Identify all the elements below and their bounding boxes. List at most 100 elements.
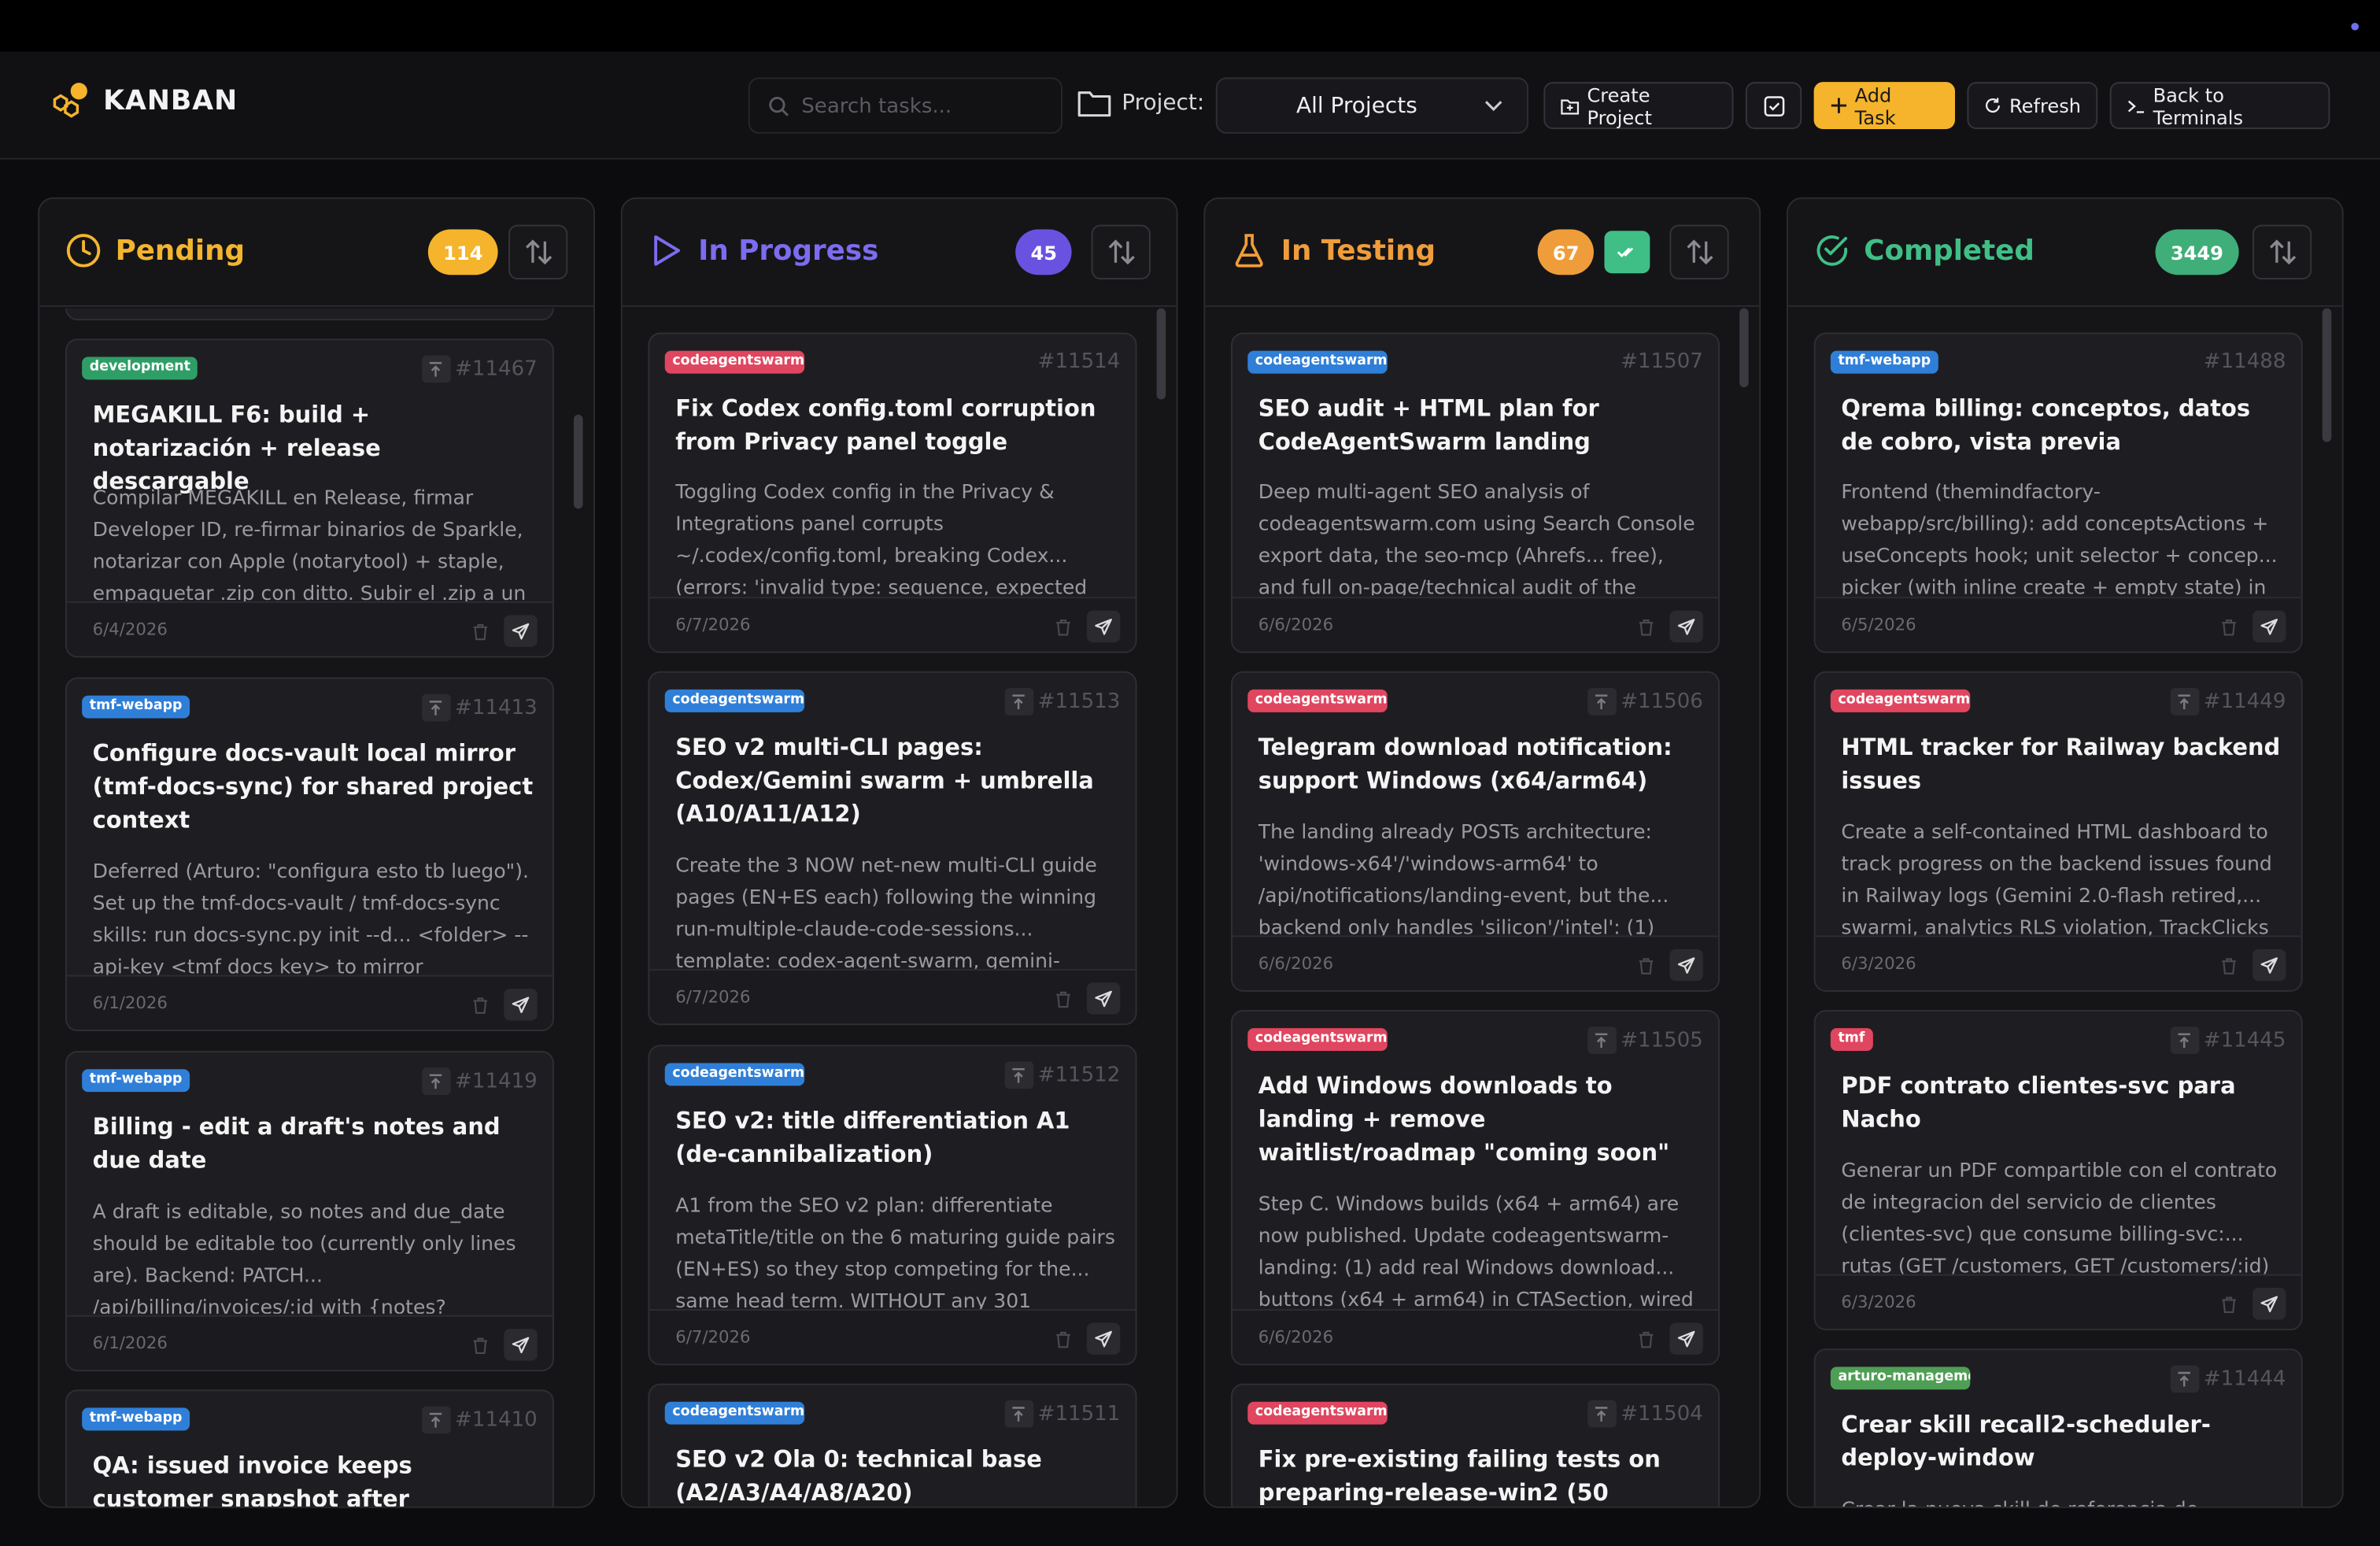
task-card[interactable]: tmf-webapp #11410 QA: issued invoice kee… — [65, 1389, 554, 1507]
column-body[interactable]: codeagentswarm #11514 Fix Codex config.t… — [623, 308, 1177, 1507]
scrollbar[interactable] — [1156, 308, 1166, 400]
project-tag[interactable]: codeagentswarm-landing — [664, 689, 805, 712]
send-icon[interactable] — [1669, 1322, 1703, 1355]
pin-icon[interactable] — [1004, 687, 1033, 716]
back-to-terminals-button[interactable]: Back to Terminals — [2109, 82, 2330, 129]
pin-icon[interactable] — [1587, 1026, 1617, 1054]
project-tag[interactable]: tmf-webapp — [82, 1407, 190, 1431]
send-icon[interactable] — [504, 1329, 538, 1361]
clock-icon — [66, 234, 101, 268]
trash-icon[interactable] — [466, 616, 495, 645]
project-tag[interactable]: codeagentswarm — [1247, 1028, 1388, 1052]
search-input[interactable] — [801, 93, 1060, 118]
create-project-button[interactable]: Create Project — [1543, 82, 1734, 129]
task-card[interactable]: codeagentswarm-landing #11511 SEO v2 Ola… — [648, 1383, 1137, 1507]
send-icon[interactable] — [504, 988, 538, 1021]
send-icon[interactable] — [1086, 610, 1121, 643]
send-icon[interactable] — [2252, 949, 2286, 982]
pin-icon[interactable] — [421, 1067, 451, 1096]
scrollbar[interactable] — [573, 414, 583, 509]
send-icon[interactable] — [2252, 1288, 2286, 1320]
task-card[interactable]: codeagentswarm #11514 Fix Codex config.t… — [648, 332, 1137, 653]
column-body[interactable]: development #11467 MEGAKILL F6: build + … — [39, 308, 593, 1507]
send-icon[interactable] — [504, 615, 538, 647]
task-card[interactable]: development #11467 MEGAKILL F6: build + … — [65, 338, 554, 658]
task-card[interactable]: codeagentswarm #11449 HTML tracker for R… — [1813, 671, 2303, 992]
task-card[interactable]: codeagentswarm-landing #11513 SEO v2 mul… — [648, 671, 1137, 1026]
task-card[interactable]: tmf-webapp #11488 Qrema billing: concept… — [1813, 332, 2303, 653]
task-card[interactable]: codeagentswarm #11504 Fix pre-existing f… — [1231, 1383, 1720, 1507]
card-title: PDF contrato clientes-svc para Nacho — [1841, 1072, 2236, 1134]
task-card[interactable]: codeagentswarm-landing #11507 SEO audit … — [1231, 332, 1720, 653]
trash-icon[interactable] — [1049, 984, 1078, 1013]
sort-button[interactable] — [1091, 224, 1151, 279]
trash-icon[interactable] — [1632, 612, 1661, 641]
card-date: 6/4/2026 — [92, 620, 168, 640]
task-card[interactable]: arturo-management #11444 Crear skill rec… — [1813, 1348, 2303, 1507]
trash-icon[interactable] — [1049, 612, 1078, 641]
trash-icon[interactable] — [2215, 1289, 2244, 1319]
pin-icon[interactable] — [421, 355, 451, 383]
task-id: #11512 — [1004, 1061, 1120, 1089]
send-icon[interactable] — [1086, 982, 1121, 1015]
column-title: Completed — [1814, 232, 2034, 268]
project-tag[interactable]: codeagentswarm-landing — [664, 1063, 805, 1086]
trash-icon[interactable] — [1049, 1324, 1078, 1353]
sort-button[interactable] — [2252, 224, 2312, 279]
trash-icon[interactable] — [2215, 951, 2244, 980]
project-tag[interactable]: codeagentswarm — [664, 350, 805, 374]
pin-icon[interactable] — [1004, 1061, 1033, 1089]
trash-icon[interactable] — [1632, 951, 1661, 980]
pin-icon[interactable] — [421, 693, 451, 722]
task-card[interactable]: codeagentswarm #11505 Add Windows downlo… — [1231, 1009, 1720, 1366]
select-mode-button[interactable] — [1745, 82, 1802, 129]
project-tag[interactable]: development — [82, 357, 198, 380]
task-card[interactable]: tmf-webapp #11419 Billing - edit a draft… — [65, 1051, 554, 1372]
sort-icon — [1686, 239, 1713, 265]
trash-icon[interactable] — [466, 990, 495, 1019]
project-tag[interactable]: tmf — [1830, 1028, 1873, 1052]
task-card[interactable]: codeagentswarm-landing #11512 SEO v2: ti… — [648, 1045, 1137, 1366]
sort-button[interactable] — [508, 224, 568, 279]
pin-icon[interactable] — [2170, 1026, 2199, 1054]
project-tag[interactable]: codeagentswarm — [1830, 689, 1971, 712]
project-tag[interactable]: codeagentswarm — [1247, 1401, 1388, 1425]
project-tag[interactable]: codeagentswarm-backend — [1247, 689, 1388, 712]
task-card[interactable]: tmf-webapp #11413 Configure docs-vault l… — [65, 677, 554, 1031]
search-box[interactable] — [748, 77, 1062, 134]
project-tag[interactable]: arturo-management — [1830, 1367, 1971, 1390]
column-in-testing: In Testing 67 codeagentswarm-landing #11… — [1203, 197, 1761, 1508]
project-tag[interactable]: codeagentswarm-landing — [1247, 350, 1388, 374]
task-card[interactable]: tmf #11445 PDF contrato clientes-svc par… — [1813, 1009, 2303, 1331]
pin-icon[interactable] — [1587, 1400, 1617, 1428]
project-tag[interactable]: tmf-webapp — [82, 695, 190, 719]
card-title: SEO v2 multi-CLI pages: Codex/Gemini swa… — [675, 733, 1094, 828]
send-icon[interactable] — [1086, 1322, 1121, 1355]
column-body[interactable]: codeagentswarm-landing #11507 SEO audit … — [1205, 308, 1759, 1507]
check-circle-icon — [1816, 235, 1848, 266]
sort-button[interactable] — [1669, 224, 1729, 279]
add-task-button[interactable]: Add Task — [1813, 82, 1955, 129]
send-icon[interactable] — [2252, 610, 2286, 643]
trash-icon[interactable] — [2215, 612, 2244, 641]
trash-icon[interactable] — [466, 1330, 495, 1359]
scrollbar[interactable] — [2322, 308, 2332, 442]
pin-icon[interactable] — [1004, 1400, 1033, 1428]
send-icon[interactable] — [1669, 949, 1703, 982]
task-card[interactable]: codeagentswarm-backend #11506 Telegram d… — [1231, 671, 1720, 992]
send-icon[interactable] — [1669, 610, 1703, 643]
pin-icon[interactable] — [2170, 1365, 2199, 1393]
column-body[interactable]: tmf-webapp #11488 Qrema billing: concept… — [1788, 308, 2342, 1507]
trash-icon[interactable] — [1632, 1324, 1661, 1353]
project-tag[interactable]: tmf-webapp — [1830, 350, 1938, 374]
approve-all-button[interactable] — [1604, 231, 1650, 274]
scrollbar[interactable] — [1739, 308, 1749, 387]
project-select[interactable]: All Projects — [1215, 77, 1529, 134]
pin-icon[interactable] — [1587, 687, 1617, 716]
logo[interactable]: KANBAN — [50, 82, 238, 118]
project-tag[interactable]: codeagentswarm-landing — [664, 1401, 805, 1425]
project-tag[interactable]: tmf-webapp — [82, 1069, 190, 1093]
pin-icon[interactable] — [2170, 687, 2199, 716]
refresh-button[interactable]: Refresh — [1967, 82, 2098, 129]
pin-icon[interactable] — [421, 1406, 451, 1434]
